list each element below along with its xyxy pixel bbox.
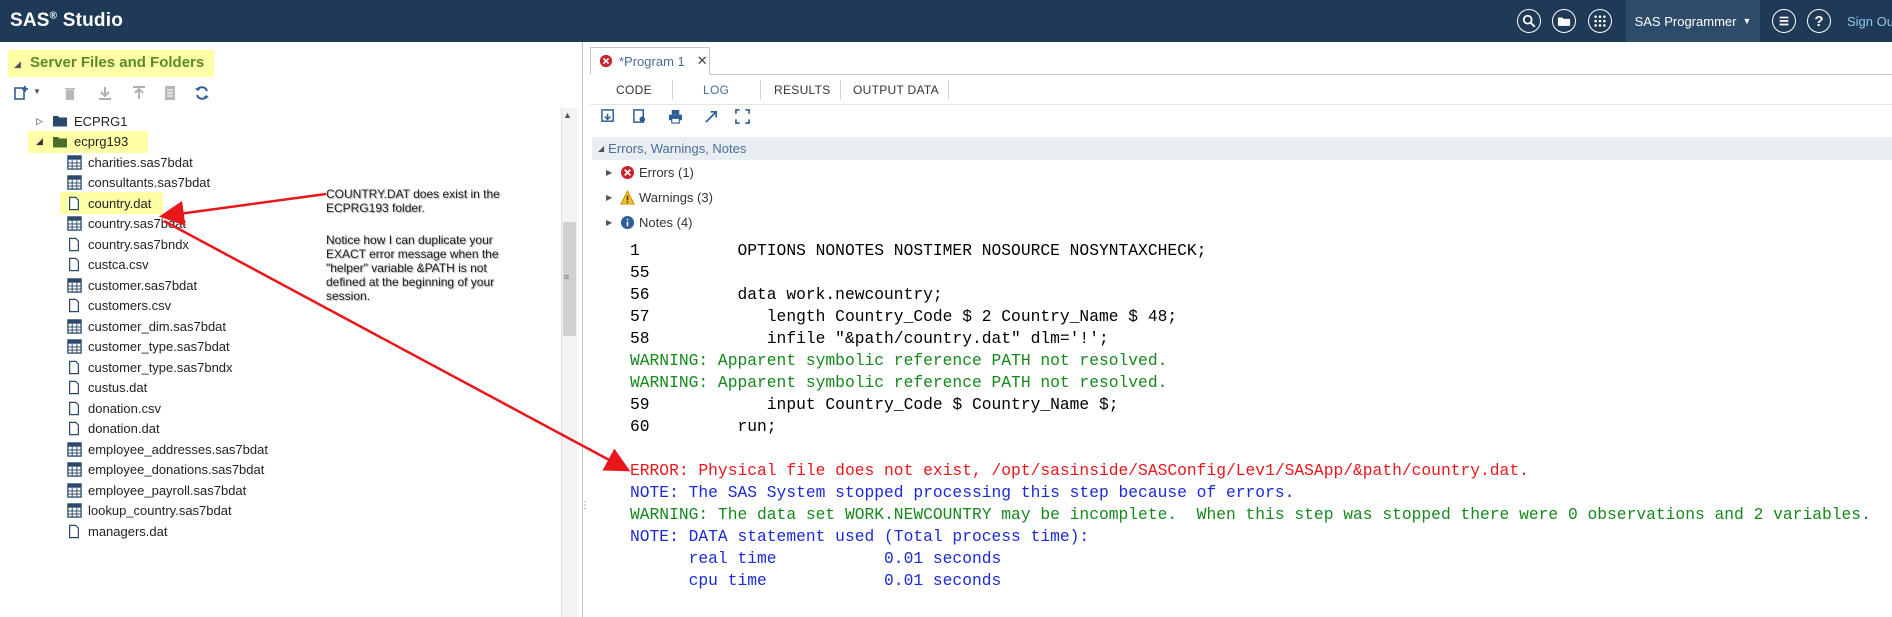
arrow-to-file (159, 192, 327, 226)
arrow-to-error (163, 219, 631, 472)
annotation-arrows (159, 192, 631, 472)
